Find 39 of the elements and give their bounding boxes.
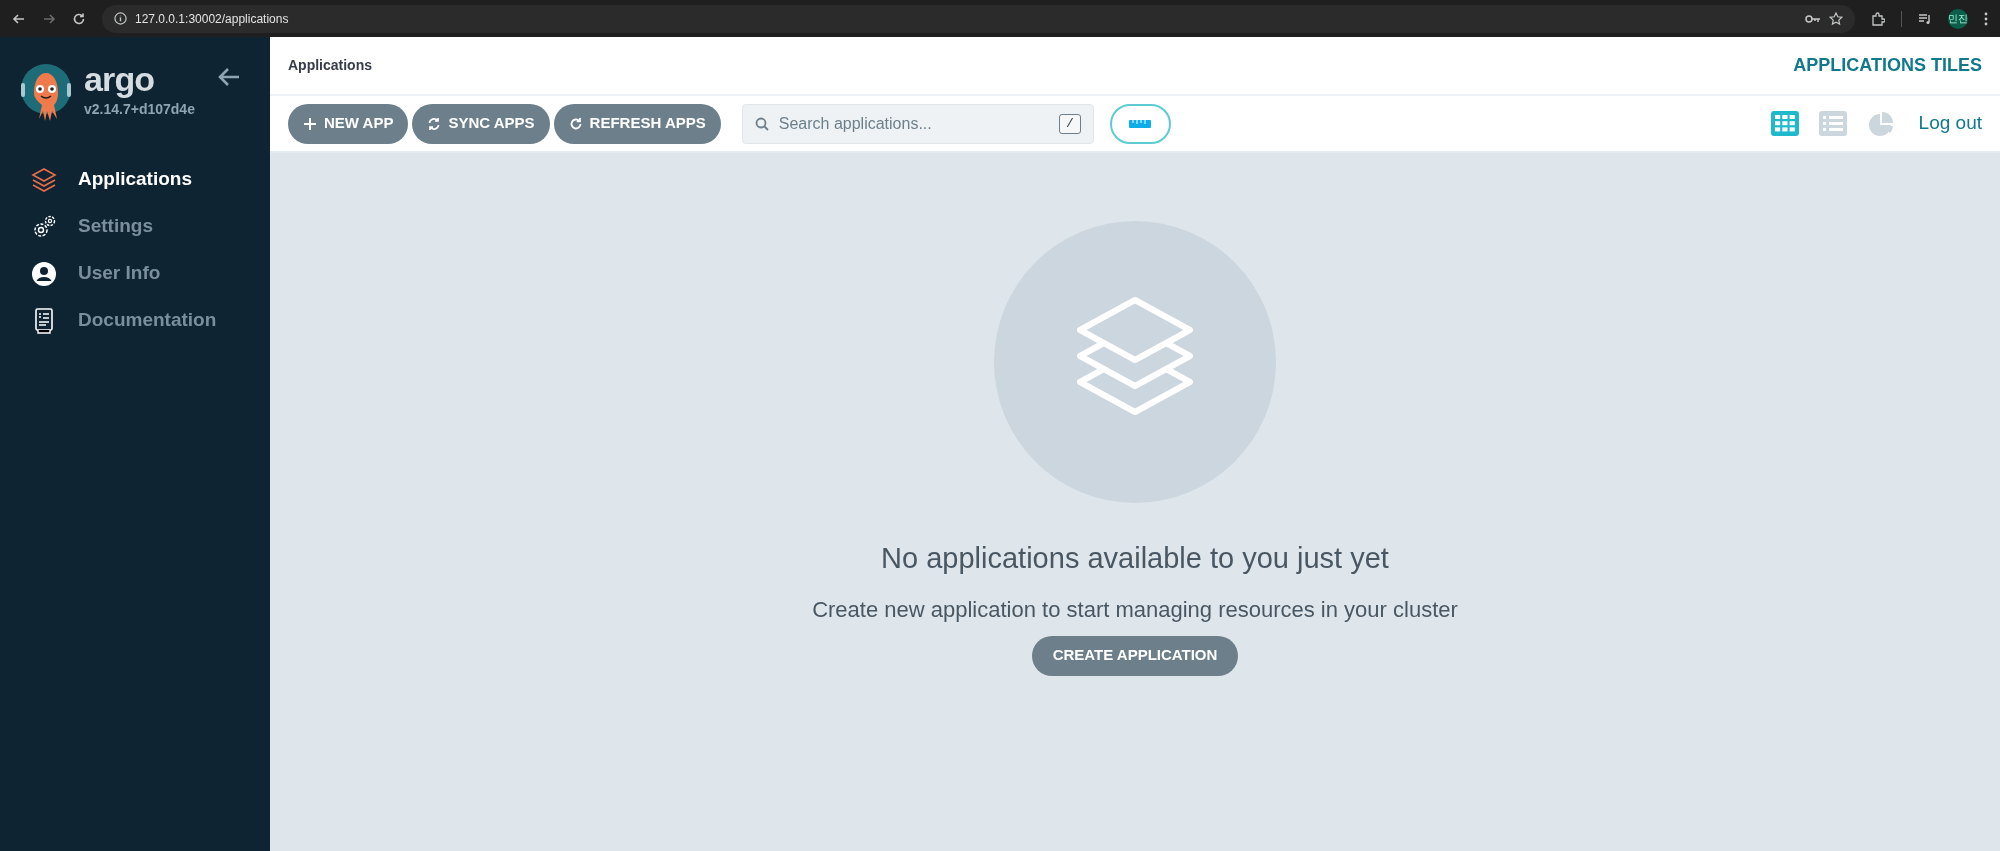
layers-icon	[30, 165, 58, 194]
sync-icon	[427, 116, 442, 131]
sidebar-item[interactable]: User Info	[0, 250, 270, 297]
forward-icon[interactable]	[42, 11, 56, 26]
search-field[interactable]: Search applications... /	[741, 103, 1094, 144]
empty-heading: No applications available to you just yet	[881, 541, 1389, 576]
filter-button[interactable]	[1109, 103, 1171, 144]
ruler-icon	[1129, 119, 1152, 128]
puzzle-icon[interactable]	[1871, 11, 1885, 26]
more-icon[interactable]	[1984, 11, 1988, 26]
refresh-icon	[568, 116, 583, 131]
reload-icon[interactable]	[72, 11, 86, 26]
shortcut-key: /	[1058, 113, 1081, 134]
toolbar-button[interactable]: REFRESH APPS	[553, 103, 721, 144]
logo-text: argo	[84, 59, 156, 99]
sidebar-item[interactable]: Applications	[0, 156, 270, 203]
info-icon	[114, 12, 127, 25]
back-arrow-icon[interactable]	[218, 67, 240, 87]
search-icon	[754, 116, 769, 131]
url-text: 127.0.0.1:30002/applications	[135, 10, 289, 28]
version-text: v2.14.7+d107d4e	[84, 100, 195, 119]
toolbar-button[interactable]: SYNC APPS	[412, 103, 550, 144]
empty-description: Create new application to start managing resources in your cluster	[812, 595, 1458, 624]
key-icon	[1805, 12, 1821, 25]
user-icon	[30, 259, 58, 288]
view-title: APPLICATIONS TILES	[1793, 54, 1982, 77]
search-input[interactable]: Search applications...	[778, 111, 1049, 136]
sidebar-item[interactable]: Documentation	[0, 297, 270, 344]
playlist-icon[interactable]	[1918, 11, 1932, 26]
back-icon[interactable]	[12, 11, 26, 26]
sidebar-item[interactable]: Settings	[0, 203, 270, 250]
star-icon[interactable]	[1829, 11, 1843, 26]
profile-avatar[interactable]: 민진	[1948, 8, 1968, 29]
toolbar-button[interactable]: NEW APP	[288, 103, 409, 144]
create-application-button[interactable]: CREATE APPLICATION	[1031, 635, 1239, 676]
logout-link[interactable]: Log out	[1918, 109, 1982, 138]
address-bar[interactable]: 127.0.0.1:30002/applications	[102, 4, 1855, 33]
plus-icon	[303, 116, 317, 131]
page-title: Applications	[288, 56, 372, 75]
